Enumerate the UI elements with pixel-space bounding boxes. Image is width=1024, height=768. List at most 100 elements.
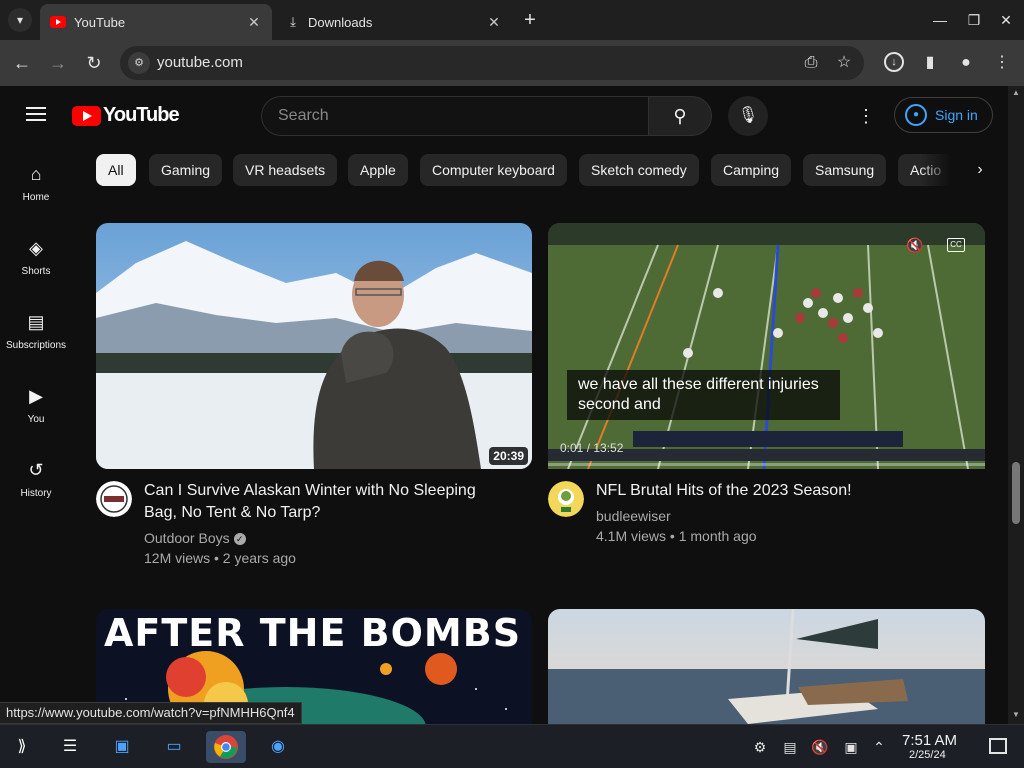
remote-desktop-icon[interactable]: ◉: [262, 731, 294, 763]
install-app-icon[interactable]: ⎙: [802, 54, 820, 72]
shorts-icon: ◈: [29, 238, 43, 258]
settings-more-icon[interactable]: ⋮: [854, 104, 878, 128]
channel-avatar[interactable]: [548, 481, 584, 517]
video-meta: 12M views • 2 years ago: [144, 550, 296, 566]
sidebar-item-shorts[interactable]: ◈ Shorts: [0, 236, 72, 300]
guide-menu-icon[interactable]: [26, 107, 46, 121]
show-desktop-icon[interactable]: [989, 738, 1007, 754]
browser-menu-icon[interactable]: ⋮: [990, 51, 1014, 75]
outdoor-boys-avatar-image: [96, 481, 132, 517]
sidebar-item-you[interactable]: ▶ You: [0, 384, 72, 448]
scroll-down-icon[interactable]: ▼: [1012, 710, 1020, 719]
taskbar: ⟫ ☰ ▣ ▭ ◉ ⚙ ▤ 🔇 ▣ ⌃ 7:51 AM 2/25/24: [0, 724, 1024, 768]
reload-icon[interactable]: ↻: [82, 51, 106, 75]
chrome-logo-icon: [214, 735, 238, 759]
site-settings-icon[interactable]: ⚙: [128, 52, 150, 74]
tab-youtube[interactable]: YouTube ✕: [40, 4, 272, 40]
video-thumbnail[interactable]: [548, 609, 985, 724]
forward-icon[interactable]: →: [46, 51, 70, 75]
channel-name-text: Outdoor Boys: [144, 530, 230, 546]
chip-vr-headsets[interactable]: VR headsets: [233, 154, 338, 186]
video-title[interactable]: NFL Brutal Hits of the 2023 Season!: [596, 480, 976, 502]
clock-date[interactable]: 2/25/24: [909, 749, 946, 761]
steam-tray-icon[interactable]: ⚙: [750, 737, 770, 757]
home-icon: ⌂: [30, 164, 42, 184]
youtube-logo-icon: [72, 105, 101, 126]
downloads-icon[interactable]: ↓: [884, 52, 904, 72]
chip-gaming[interactable]: Gaming: [149, 154, 223, 186]
app-launcher-icon[interactable]: ⟫: [6, 731, 38, 763]
alaska-winter-thumbnail-image: [96, 223, 532, 469]
sidebar-item-label: Shorts: [21, 266, 51, 277]
browser-toolbar: ← → ↻ ⚙ youtube.com ⎙ ☆ ↓ ▮ ● ⋮: [0, 40, 1024, 86]
sidebar-item-history[interactable]: ↺ History: [0, 458, 72, 522]
search-input[interactable]: Search: [261, 96, 648, 136]
channel-avatar[interactable]: [96, 481, 132, 517]
profile-icon[interactable]: ●: [954, 51, 978, 75]
bookmark-star-icon[interactable]: ☆: [835, 54, 853, 72]
muted-speaker-icon[interactable]: 🔇: [906, 237, 923, 254]
sign-in-button[interactable]: ● Sign in: [894, 97, 993, 133]
sailboat-thumbnail-image: [548, 609, 985, 724]
restore-icon[interactable]: ❐: [962, 8, 986, 32]
channel-name[interactable]: budleewiser: [596, 508, 671, 524]
sidebar-item-label: You: [27, 414, 45, 425]
clipboard-icon[interactable]: ▤: [780, 737, 800, 757]
microphone-icon[interactable]: 🎙: [728, 96, 768, 136]
clock-time[interactable]: 7:51 AM: [902, 732, 957, 749]
chip-computer-keyboard[interactable]: Computer keyboard: [420, 154, 567, 186]
page-scrollbar[interactable]: ▲ ▼: [1008, 86, 1024, 724]
video-title[interactable]: Can I Survive Alaskan Winter with No Sle…: [144, 480, 504, 524]
video-preview-player[interactable]: 🔇 CC: [548, 223, 985, 469]
youtube-logo[interactable]: YouTube: [72, 104, 180, 127]
close-tab-icon[interactable]: ✕: [246, 14, 262, 30]
discover-store-icon[interactable]: ▣: [106, 731, 138, 763]
sidebar-item-label: History: [20, 488, 52, 499]
scroll-up-icon[interactable]: ▲: [1012, 88, 1020, 97]
desktop-screen: ▾ YouTube ✕ ⤓ Downloads ✕ + — ❐ ✕ ← → ↻ …: [0, 0, 1024, 768]
side-panel-icon[interactable]: ▮: [918, 51, 942, 75]
close-tab-icon[interactable]: ✕: [486, 14, 502, 30]
file-manager-icon[interactable]: ▭: [158, 731, 190, 763]
tray-expand-icon[interactable]: ⌃: [869, 737, 889, 757]
chrome-taskbar-icon[interactable]: [206, 731, 246, 763]
chip-samsung[interactable]: Samsung: [803, 154, 887, 186]
sidebar-item-label: Home: [22, 192, 50, 203]
sidebar-item-home[interactable]: ⌂ Home: [0, 162, 72, 226]
minimize-icon[interactable]: —: [928, 8, 952, 32]
tab-search-button[interactable]: ▾: [8, 8, 32, 32]
tab-title: YouTube: [74, 14, 126, 30]
tab-title: Downloads: [308, 14, 373, 30]
network-icon[interactable]: ▣: [841, 737, 861, 757]
budleewiser-avatar-image: [548, 481, 584, 517]
account-icon: ●: [905, 104, 927, 126]
chip-sketch-comedy[interactable]: Sketch comedy: [579, 154, 699, 186]
chip-camping[interactable]: Camping: [711, 154, 792, 186]
youtube-page: YouTube Search ⚲ 🎙 ⋮ ● Sign in ⌂ Home ◈ …: [0, 86, 1024, 724]
football-field-preview-image: [548, 223, 985, 469]
download-icon: ⤓: [290, 14, 296, 29]
url-text[interactable]: youtube.com: [157, 54, 243, 71]
youtube-logo-text: YouTube: [103, 104, 180, 126]
chip-apple[interactable]: Apple: [348, 154, 408, 186]
system-settings-icon[interactable]: ☰: [54, 731, 86, 763]
chevron-right-icon[interactable]: ›: [968, 158, 992, 182]
new-tab-button[interactable]: +: [518, 8, 542, 32]
preview-progress-bar[interactable]: [548, 463, 985, 466]
closed-captions-icon[interactable]: CC: [947, 238, 965, 252]
close-window-icon[interactable]: ✕: [994, 8, 1018, 32]
tab-downloads[interactable]: ⤓ Downloads ✕: [276, 4, 512, 40]
scrollbar-thumb[interactable]: [1012, 462, 1020, 524]
search-placeholder: Search: [278, 107, 329, 124]
history-icon: ↺: [28, 460, 44, 480]
sidebar-item-subscriptions[interactable]: ▤ Subscriptions: [0, 310, 72, 374]
sign-in-label: Sign in: [935, 107, 978, 123]
back-icon[interactable]: ←: [10, 51, 34, 75]
chip-all[interactable]: All: [96, 154, 136, 186]
preview-timecode: 0:01 / 13:52: [560, 441, 624, 455]
volume-muted-icon[interactable]: 🔇: [810, 737, 830, 757]
channel-name[interactable]: Outdoor Boys ✓: [144, 530, 246, 546]
video-thumbnail[interactable]: 20:39: [96, 223, 532, 469]
search-icon[interactable]: ⚲: [648, 96, 712, 136]
address-bar[interactable]: ⚙ youtube.com ⎙ ☆: [120, 46, 864, 80]
